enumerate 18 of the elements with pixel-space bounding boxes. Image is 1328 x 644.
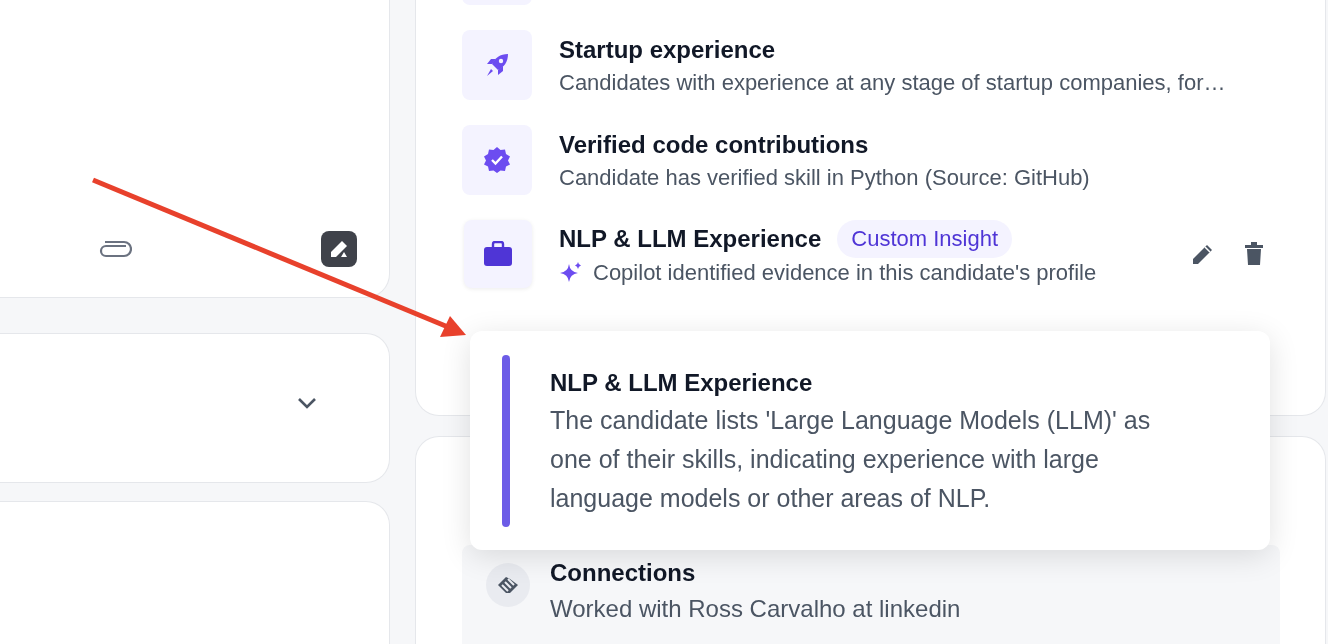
insight-title: Verified code contributions (559, 130, 869, 160)
section-title: Connections (550, 558, 697, 588)
briefcase-icon (483, 241, 513, 267)
insight-description: Candidates with experience at any stage of startup companies, for… (559, 69, 1226, 97)
connection-text: Worked with Ross Carvalho at linkedin (550, 594, 961, 624)
insight-title: Startup experience (559, 35, 776, 65)
insight-description: Candidate has verified skill in Python (Source: GitHub) (559, 164, 1090, 192)
custom-insight-tag: Custom Insight (837, 220, 1013, 258)
trash-icon[interactable] (1245, 242, 1263, 266)
verified-badge-icon (483, 146, 511, 174)
edit-icon[interactable] (1191, 242, 1215, 266)
insight-title: NLP & LLM Experience (559, 224, 822, 254)
tooltip-title: NLP & LLM Experience (550, 368, 814, 398)
chevron-down-icon[interactable] (297, 396, 317, 410)
rocket-icon (484, 52, 510, 78)
edit-icon[interactable] (321, 231, 357, 267)
insight-description: Copilot identified evidence in this candidate's profile (593, 259, 1097, 287)
tooltip-text: The candidate lists 'Large Language Models (LLM)' as one of their skills, indicating experience with large language models or other areas of NLP. (550, 405, 1152, 514)
